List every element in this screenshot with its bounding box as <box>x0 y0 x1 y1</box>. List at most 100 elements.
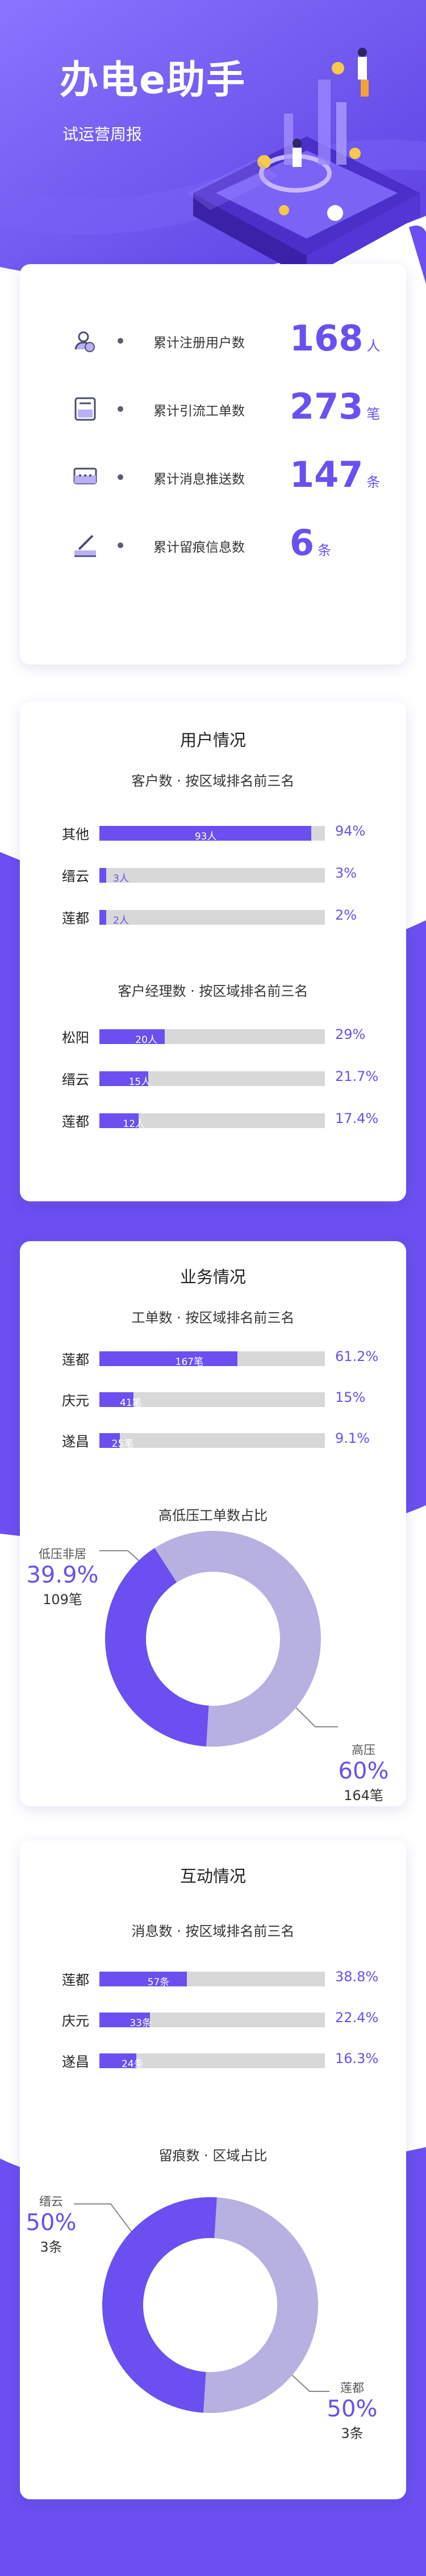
bar-percent: 16.3% <box>335 2051 379 2066</box>
bar-fill <box>99 1972 187 1986</box>
bar-track: 33条 <box>99 2013 325 2029</box>
bar-track: 25笔 <box>99 1433 325 1450</box>
value-unit: 条 <box>318 542 332 558</box>
bullet-dot <box>118 474 123 480</box>
bar-percent: 3% <box>335 865 357 881</box>
bar-percent: 15% <box>335 1389 366 1405</box>
bar-percent: 61.2% <box>335 1348 379 1364</box>
bar-count: 2人 <box>113 915 129 926</box>
bar-count: 41笔 <box>120 1397 142 1409</box>
bar-row: 缙云 3人 3% <box>20 863 406 886</box>
bar-label: 莲都 <box>62 911 89 926</box>
value-unit: 人 <box>366 338 381 354</box>
summary-row-messages: 累计消息推送数 147 条 <box>20 446 406 508</box>
bar-row: 莲都 2人 2% <box>20 905 406 928</box>
value-unit: 笔 <box>366 406 381 422</box>
message-icon <box>73 467 97 485</box>
bar-count: 20人 <box>135 1034 157 1046</box>
summary-row-orders: 累计引流工单数 273 笔 <box>20 378 406 440</box>
bar-row: 庆元 33条 22.4% <box>20 2007 406 2030</box>
bar-label: 莲都 <box>62 1352 89 1368</box>
bar-count: 93人 <box>194 831 217 842</box>
summary-value: 168 人 <box>290 318 380 359</box>
bar-track: 12人 <box>99 1113 325 1130</box>
chart-title: 客户数 · 按区域排名前三名 <box>131 773 295 789</box>
bar-label: 莲都 <box>62 1972 89 1988</box>
bar-track: 24条 <box>99 2053 325 2070</box>
bar-track: 93人 <box>99 826 325 842</box>
bar-label: 缙云 <box>62 869 89 884</box>
bar-fill <box>99 868 106 883</box>
report-subtitle: 试运营周报 <box>62 125 143 144</box>
bar-percent: 9.1% <box>335 1430 370 1446</box>
bar-label: 缙云 <box>62 1072 89 1088</box>
bar-label: 松阳 <box>62 1030 89 1046</box>
summary-label: 累计注册用户数 <box>153 336 245 350</box>
value-number: 273 <box>290 386 364 427</box>
bar-percent: 17.4% <box>335 1110 379 1126</box>
bar-row: 遂昌 25笔 9.1% <box>20 1428 406 1451</box>
summary-label: 累计消息推送数 <box>153 472 245 487</box>
bar-label: 其他 <box>62 826 89 842</box>
bar-row: 松阳 20人 29% <box>20 1024 406 1047</box>
bar-fill <box>99 1351 237 1366</box>
bar-row: 缙云 15人 21.7% <box>20 1066 406 1089</box>
bar-percent: 22.4% <box>335 2010 379 2026</box>
donut-chart <box>105 1531 321 1747</box>
donut-segment-a <box>105 1548 209 1747</box>
bar-fill <box>99 910 106 925</box>
bar-count: 12人 <box>123 1118 145 1130</box>
bar-percent: 29% <box>335 1026 366 1042</box>
bar-row: 莲都 57条 38.8% <box>20 1967 406 1989</box>
sign-icon <box>74 535 96 557</box>
donut-segment-b <box>203 2197 318 2413</box>
donut-chart <box>102 2197 318 2413</box>
bar-count: 33条 <box>130 2018 152 2029</box>
bar-count: 57条 <box>147 1977 170 1988</box>
business-section-card: 业务情况 工单数 · 按区域排名前三名 高低压工单数占比 低压非居 39.9% … <box>20 1241 406 1806</box>
summary-value: 6条 <box>290 522 331 563</box>
bullet-dot <box>118 338 123 344</box>
interaction-section-card: 互动情况 消息数 · 按区域排名前三名 留痕数 · 区域占比 缙云 50% 3条… <box>20 1840 406 2499</box>
bar-row: 其他 93人 94% <box>20 821 406 844</box>
bullet-dot <box>118 542 123 548</box>
section-title: 用户情况 <box>179 730 246 750</box>
bar-label: 庆元 <box>62 2013 89 2029</box>
summary-value: 147 条 <box>290 454 380 495</box>
bar-count: 167笔 <box>175 1356 204 1368</box>
bar-track: 57条 <box>99 1972 325 1988</box>
bar-row: 遂昌 24条 16.3% <box>20 2048 406 2071</box>
summary-card: 累计注册用户数 168 人 累计引流工单数 273 笔 累计消息推送数 147 条 累… <box>20 264 406 665</box>
bar-count: 25笔 <box>111 1438 134 1450</box>
bar-track: 2人 <box>99 910 325 926</box>
value-number: 168 <box>290 318 364 359</box>
summary-label: 累计引流工单数 <box>153 404 245 419</box>
work-order-icon <box>74 397 96 421</box>
bar-label: 遂昌 <box>62 1434 89 1450</box>
bar-label: 遂昌 <box>62 2054 89 2070</box>
bar-track: 41笔 <box>99 1392 325 1409</box>
summary-label: 累计留痕信息数 <box>153 540 245 555</box>
summary-value: 273 笔 <box>290 386 380 427</box>
value-number: 6 <box>290 522 315 563</box>
bar-row: 庆元 41笔 15% <box>20 1387 406 1410</box>
bar-count: 15人 <box>128 1076 151 1088</box>
bar-percent: 38.8% <box>335 1969 379 1985</box>
summary-row-records: 累计留痕信息数 6条 <box>20 514 406 577</box>
bar-count: 24条 <box>122 2059 144 2070</box>
bar-label: 莲都 <box>62 1114 89 1130</box>
bar-row: 莲都 167笔 61.2% <box>20 1346 406 1369</box>
bar-percent: 21.7% <box>335 1068 379 1084</box>
bar-track: 20人 <box>99 1029 325 1046</box>
bar-percent: 2% <box>335 907 357 923</box>
users-icon <box>74 331 95 352</box>
bar-track: 167笔 <box>99 1351 325 1368</box>
bar-track: 15人 <box>99 1071 325 1088</box>
bar-count: 3人 <box>113 873 129 884</box>
summary-row-users: 累计注册用户数 168 人 <box>20 310 406 372</box>
chart-title: 客户经理数 · 按区域排名前三名 <box>118 983 308 999</box>
user-section-card: 用户情况 客户数 · 按区域排名前三名 客户经理数 · 按区域排名前三名 其他 9… <box>20 702 406 1201</box>
bullet-dot <box>118 406 123 412</box>
value-number: 147 <box>290 454 364 495</box>
value-unit: 条 <box>366 474 381 490</box>
